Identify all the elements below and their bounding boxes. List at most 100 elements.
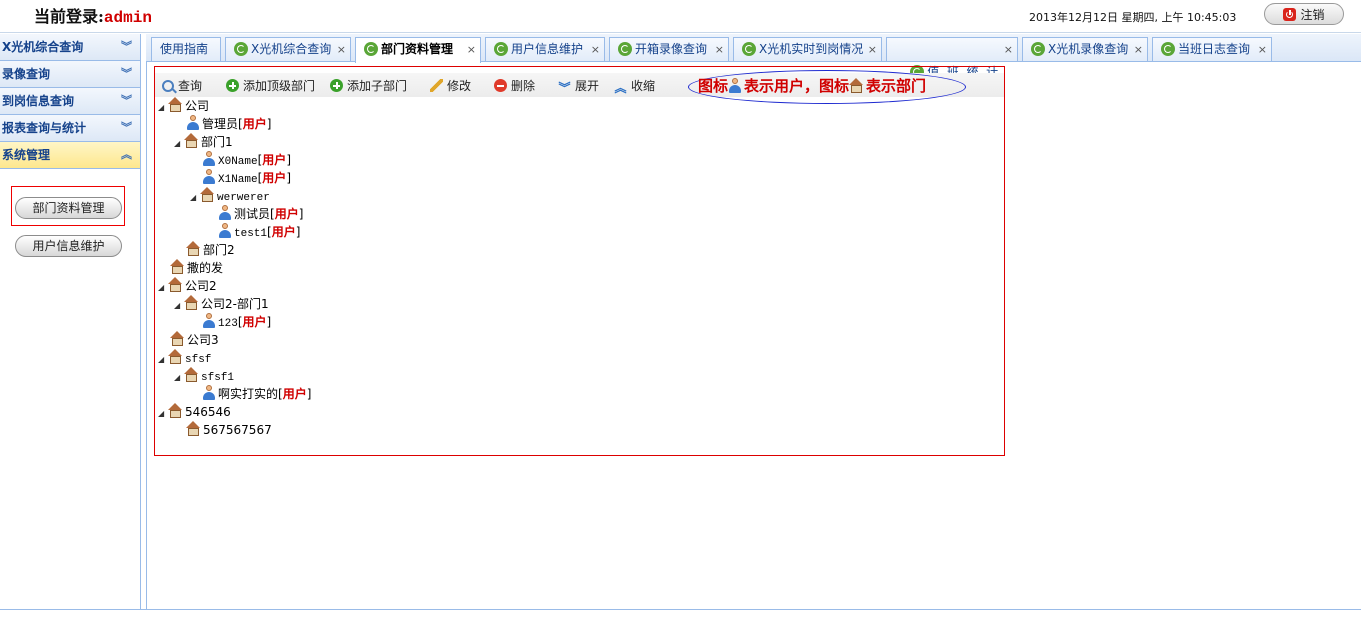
tree-node[interactable]: 公司3	[170, 331, 219, 349]
tree-node[interactable]: ◢ 公司2-部门1	[174, 295, 269, 313]
house-icon	[184, 367, 199, 382]
sidebar-section-attendance-query[interactable]: 到岗信息查询 ︾	[0, 88, 140, 115]
tree-user-node[interactable]: X1Name[用户]	[202, 169, 291, 187]
tree-node-label: werwerer	[217, 192, 270, 204]
close-icon[interactable]: ×	[337, 38, 346, 61]
close-icon[interactable]: ×	[467, 38, 476, 61]
tree-node[interactable]: ◢ sfsf	[158, 349, 211, 367]
tab-duty-statistics[interactable]: 值 班 统 计 ×	[886, 37, 1018, 79]
tree-node-label: 123	[218, 318, 238, 330]
top-header: 当前登录:admin 2013年12月12日 星期四, 上午 10:45:03 …	[0, 0, 1361, 33]
legend-note: 图标 表示用户，图标 表示部门	[698, 75, 926, 96]
power-icon	[1283, 7, 1297, 21]
delete-button[interactable]: 删除	[494, 77, 535, 94]
close-icon[interactable]: ×	[591, 38, 600, 61]
close-icon[interactable]: ×	[1004, 38, 1013, 61]
user-tag: 用户	[274, 207, 299, 221]
close-icon[interactable]: ×	[1134, 38, 1143, 61]
double-chevron-down-icon: ︾	[558, 81, 571, 95]
collapse-label: 收缩	[631, 79, 656, 93]
refresh-icon	[234, 42, 248, 56]
tree-node-label: 567567567	[203, 423, 272, 437]
tree-node[interactable]: ◢ 公司	[158, 97, 209, 115]
edit-button[interactable]: 修改	[430, 77, 471, 94]
house-icon	[168, 277, 183, 292]
current-datetime: 2013年12月12日 星期四, 上午 10:45:03	[1029, 11, 1237, 24]
close-icon[interactable]: ×	[868, 38, 877, 61]
house-icon	[168, 97, 183, 112]
tree-node-label: 公司3	[187, 333, 219, 347]
sidebar-section-label: 报表查询与统计	[2, 121, 87, 135]
user-maintenance-button[interactable]: 用户信息维护	[15, 235, 122, 257]
tree-node[interactable]: ◢ 546546	[158, 403, 231, 421]
add-top-dept-button[interactable]: 添加顶级部门	[226, 77, 315, 94]
expand-arrow-icon[interactable]: ◢	[158, 99, 168, 117]
user-icon	[218, 223, 232, 238]
tree-user-node[interactable]: X0Name[用户]	[202, 151, 291, 169]
tree-node-label: 测试员	[234, 207, 271, 221]
tab-user-maintenance[interactable]: 用户信息维护 ×	[485, 37, 605, 61]
tab-guide[interactable]: 使用指南	[151, 37, 221, 61]
collapse-button[interactable]: ︽ 收缩	[614, 77, 655, 95]
expand-arrow-icon[interactable]: ◢	[174, 297, 184, 315]
tab-unbox-video-query[interactable]: 开箱录像查询 ×	[609, 37, 729, 61]
tab-xray-realtime[interactable]: X光机实时到岗情况 ×	[733, 37, 882, 61]
expand-arrow-icon[interactable]: ◢	[158, 405, 168, 423]
chevron-down-icon: ︾	[121, 67, 132, 80]
sidebar-section-video-query[interactable]: 录像查询 ︾	[0, 61, 140, 88]
refresh-icon	[618, 42, 632, 56]
refresh-icon	[494, 42, 508, 56]
tree-node[interactable]: 撒的发	[170, 259, 223, 277]
expand-arrow-icon[interactable]: ◢	[174, 135, 184, 153]
tree-node-label: 管理员	[202, 117, 239, 131]
close-icon[interactable]: ×	[715, 38, 724, 61]
expand-arrow-icon[interactable]: ◢	[190, 189, 200, 207]
tree-user-node[interactable]: 123[用户]	[202, 313, 271, 331]
house-icon	[170, 259, 185, 274]
login-username: admin	[103, 9, 152, 27]
chevron-down-icon: ︾	[121, 40, 132, 53]
tree-user-node[interactable]: 测试员[用户]	[218, 205, 303, 223]
add-child-dept-label: 添加子部门	[347, 79, 408, 93]
house-icon	[184, 133, 199, 148]
tree-node-label: 撒的发	[187, 261, 224, 275]
sidebar-section-reports[interactable]: 报表查询与统计 ︾	[0, 115, 140, 142]
double-chevron-up-icon: ︽	[614, 81, 627, 95]
tree-node[interactable]: 567567567	[186, 421, 272, 439]
tab-label: 当班日志查询	[1178, 42, 1251, 56]
expand-arrow-icon[interactable]: ◢	[158, 351, 168, 369]
expand-button[interactable]: ︾ 展开	[558, 77, 599, 95]
sidebar-section-system-management[interactable]: 系统管理 ︽	[0, 142, 140, 169]
sidebar-section-xray-query[interactable]: X光机综合查询 ︾	[0, 34, 140, 61]
tree-user-node[interactable]: 啊实打实的[用户]	[202, 385, 311, 403]
refresh-icon	[364, 42, 378, 56]
tree-node-label: 546546	[185, 405, 231, 419]
tab-label: X光机实时到岗情况	[759, 42, 864, 56]
tree-node[interactable]: ◢ werwerer	[190, 187, 270, 205]
search-button[interactable]: 查询	[162, 77, 202, 94]
delete-label: 删除	[511, 79, 536, 93]
tree-user-node[interactable]: test1[用户]	[218, 223, 300, 241]
tab-xray-video-query[interactable]: X光机录像查询 ×	[1022, 37, 1148, 61]
house-icon	[200, 187, 215, 202]
close-icon[interactable]: ×	[1258, 38, 1267, 61]
tab-dept-management[interactable]: 部门资料管理 ×	[355, 37, 481, 63]
house-icon	[168, 349, 183, 364]
add-child-dept-button[interactable]: 添加子部门	[330, 77, 407, 94]
tree-node[interactable]: 部门2	[186, 241, 235, 259]
expand-arrow-icon[interactable]: ◢	[174, 369, 184, 387]
tree-node-label: 公司2-部门1	[201, 297, 269, 311]
tree-node[interactable]: ◢ sfsf1	[174, 367, 234, 385]
chevron-down-icon: ︾	[121, 94, 132, 107]
tab-label: 开箱录像查询	[635, 42, 708, 56]
legend-text-1: 图标	[698, 77, 729, 95]
logout-button[interactable]: 注销	[1264, 3, 1344, 25]
tree-node[interactable]: ◢ 部门1	[174, 133, 233, 151]
dept-management-button[interactable]: 部门资料管理	[15, 197, 122, 219]
tree-user-node[interactable]: 管理员[用户]	[186, 115, 271, 133]
tree-node-label: 部门2	[203, 243, 235, 257]
expand-arrow-icon[interactable]: ◢	[158, 279, 168, 297]
tab-xray-query[interactable]: X光机综合查询 ×	[225, 37, 351, 61]
tree-node[interactable]: ◢ 公司2	[158, 277, 217, 295]
tab-duty-log-query[interactable]: 当班日志查询 ×	[1152, 37, 1272, 61]
